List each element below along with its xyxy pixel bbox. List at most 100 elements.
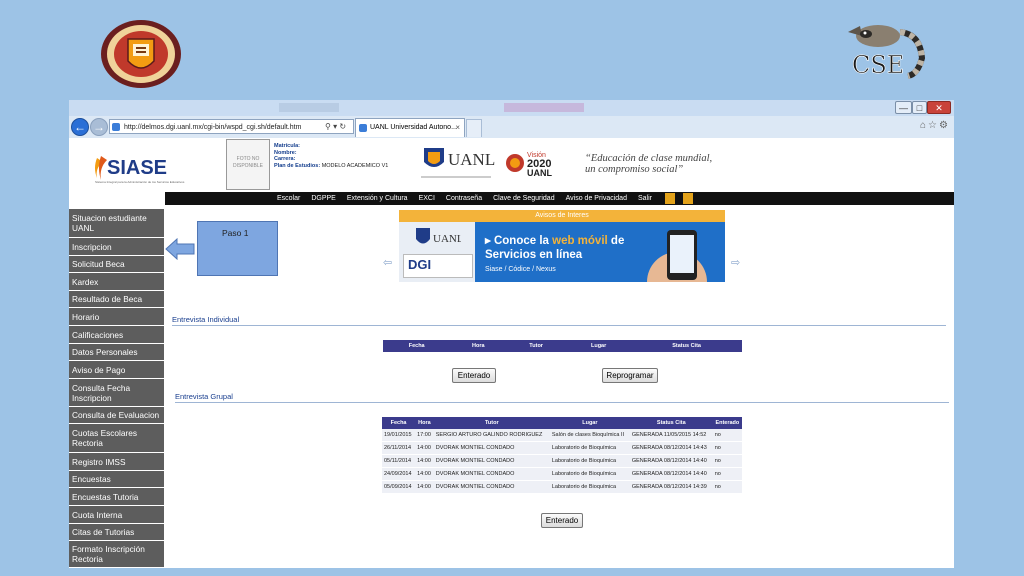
browser-toolbar-icons[interactable]: ⌂☆⚙ — [920, 120, 950, 131]
table-cell: 19/01/2015 — [382, 429, 416, 442]
banner-uanl-seal-icon: UANL — [416, 228, 461, 245]
siase-header: SIASE Sistema Integral para la Administr… — [69, 138, 954, 192]
siase-logo[interactable]: SIASE Sistema Integral para la Administr… — [93, 152, 203, 184]
sidebar-item-13[interactable]: Encuestas — [69, 471, 164, 488]
top-nav-item-4[interactable]: Contraseña — [446, 192, 482, 205]
grupal-col-header: Enterado — [712, 417, 742, 429]
back-button[interactable]: ← — [71, 118, 89, 136]
cse-text: CSE — [852, 51, 904, 79]
table-row: 05/09/2014 14:00 DVORAK MONTIEL CONDADO Lab… — [382, 480, 742, 494]
minimize-button[interactable]: — — [895, 101, 912, 114]
individual-col-header: Status Cita — [631, 340, 742, 352]
url-input[interactable]: http://delmos.dgi.uanl.mx/cgi-bin/wspd_c… — [109, 119, 354, 134]
table-cell: DVORAK MONTIEL CONDADO — [433, 480, 550, 494]
carrera-label: Carrera: — [274, 156, 296, 162]
sidebar-item-16[interactable]: Citas de Tutorias — [69, 524, 164, 541]
grupal-divider — [175, 402, 949, 403]
avisos-banner[interactable]: UANL DGI ▸ Conoce la web móvil de Servic… — [399, 222, 725, 282]
table-cell: GENERADA 08/12/2014 14:40 — [629, 454, 713, 468]
sidebar-item-3[interactable]: Kardex — [69, 273, 164, 291]
grupal-col-header: Tutor — [433, 417, 550, 429]
uanl-logo-subtitle — [421, 176, 491, 178]
banner-next-icon[interactable]: ⇨ — [731, 256, 740, 269]
banner-title: ▸ Conoce la web móvil de Servicios en lí… — [485, 235, 625, 261]
top-nav-item-0[interactable]: Escolar — [277, 192, 300, 205]
sidebar-item-14[interactable]: Encuestas Tutoria — [69, 488, 164, 506]
grupal-section-title: Entrevista Grupal — [175, 392, 233, 401]
annotation-label: Paso 1 — [222, 228, 249, 238]
matricula-label: Matrícula: — [274, 143, 300, 149]
individual-section-title: Entrevista Individual — [172, 315, 240, 324]
sidebar-item-17[interactable]: Formato Inscripción Rectoria — [69, 541, 164, 568]
table-row: 26/11/2014 14:00 DVORAK MONTIEL CONDADO Lab… — [382, 441, 742, 455]
grupal-col-header: Status Cita — [629, 417, 713, 429]
grupal-table: Fecha Hora Tutor Lugar Status Cita Enterado 1… — [382, 417, 742, 494]
sidebar-item-10[interactable]: Consulta de Evaluacion — [69, 407, 164, 424]
individual-col-header: Lugar — [566, 340, 632, 352]
url-tools-icons[interactable]: ⚲ ▾ ↻ — [325, 119, 346, 134]
banner-dgi-logo: DGI — [403, 254, 473, 278]
vision-2020-logo: Visión 2020 UANL — [506, 152, 552, 178]
sidebar-menu: Situacion estudiante UANL Inscripcion Soli… — [69, 209, 165, 568]
sidebar-item-9[interactable]: Consulta Fecha Inscripcion — [69, 379, 164, 407]
table-cell: GENERADA 08/12/2014 14:39 — [629, 480, 713, 494]
close-window-button[interactable]: ✕ — [927, 101, 951, 114]
sidebar-item-7[interactable]: Datos Personales — [69, 344, 164, 361]
sidebar-item-5[interactable]: Horario — [69, 308, 164, 326]
tab-title: UANL Universidad Autono... — [370, 124, 457, 131]
tab-close-icon[interactable]: × — [455, 119, 460, 137]
table-row: 19/01/2015 17:00 SERGIO ARTURO GALINDO ROD… — [382, 429, 742, 442]
individual-divider — [172, 325, 946, 326]
top-nav-item-5[interactable]: Clave de Seguridad — [493, 192, 555, 205]
table-cell: no — [712, 480, 742, 494]
banner-title-a: Conoce la — [493, 235, 553, 247]
individual-enterado-button[interactable]: Enterado — [452, 368, 496, 383]
sidebar-item-0[interactable]: Situacion estudiante UANL — [69, 209, 164, 238]
sidebar-item-8[interactable]: Aviso de Pago — [69, 361, 164, 379]
table-cell: no — [712, 429, 742, 442]
banner-dgi-text: DGI — [408, 257, 432, 272]
top-nav-item-2[interactable]: Extensión y Cultura — [347, 192, 408, 205]
sidebar-item-4[interactable]: Resultado de Beca — [69, 291, 164, 308]
banner-title-c: de — [607, 235, 625, 247]
sidebar-item-15[interactable]: Cuota Interna — [69, 506, 164, 524]
top-nav-item-1[interactable]: DGPPE — [311, 192, 336, 205]
new-tab-button[interactable] — [466, 119, 482, 137]
plan-label: Plan de Estudios: — [274, 162, 321, 169]
individual-col-header: Tutor — [506, 340, 566, 352]
top-nav-icon-1[interactable] — [665, 193, 675, 204]
banner-uanl-text: UANL — [433, 233, 461, 245]
top-nav-item-7[interactable]: Salir — [638, 192, 652, 205]
topnav-spacer — [69, 192, 165, 205]
table-cell: Laboratorio de Bioquímica — [549, 441, 630, 455]
browser-tab[interactable]: UANL Universidad Autono... × — [355, 118, 465, 137]
top-nav-item-6[interactable]: Aviso de Privacidad — [566, 192, 627, 205]
top-navigation: Escolar DGPPE Extensión y Cultura EXCI Contr… — [165, 192, 954, 205]
maximize-button[interactable]: □ — [912, 101, 927, 114]
uanl-logo-text: UANL — [448, 150, 496, 169]
top-nav-item-3[interactable]: EXCI — [419, 192, 435, 205]
table-cell: no — [712, 441, 742, 455]
sidebar-item-12[interactable]: Registro IMSS — [69, 453, 164, 471]
sidebar-item-1[interactable]: Inscripcion — [69, 238, 164, 256]
table-cell: 17:00 — [415, 429, 434, 442]
sidebar-item-6[interactable]: Calificaciones — [69, 326, 164, 344]
vision-uanl: UANL — [527, 168, 552, 178]
table-cell: SERGIO ARTURO GALINDO RODRIGUEZ — [433, 429, 550, 442]
table-cell: 14:00 — [415, 467, 434, 481]
banner-logo-panel: UANL DGI — [399, 222, 475, 282]
grupal-enterado-button[interactable]: Enterado — [541, 513, 583, 528]
banner-prev-icon[interactable]: ⇦ — [383, 256, 392, 269]
table-cell: GENERADA 08/12/2014 14:43 — [629, 441, 713, 455]
top-nav-icon-2[interactable] — [683, 193, 693, 204]
table-cell: 14:00 — [415, 454, 434, 468]
grupal-col-header: Hora — [415, 417, 434, 429]
table-cell: no — [712, 454, 742, 468]
sidebar-item-2[interactable]: Solicitud Beca — [69, 256, 164, 273]
individual-col-header: Fecha — [383, 340, 451, 352]
reprogramar-button[interactable]: Reprogramar — [602, 368, 658, 383]
browser-window: — □ ✕ ← → http://delmos.dgi.uanl.mx/cgi-… — [69, 100, 954, 568]
forward-button[interactable]: → — [90, 118, 108, 136]
slogan-text: “Educación de clase mundial, un compromi… — [585, 153, 712, 175]
sidebar-item-11[interactable]: Cuotas Escolares Rectoria — [69, 424, 164, 453]
